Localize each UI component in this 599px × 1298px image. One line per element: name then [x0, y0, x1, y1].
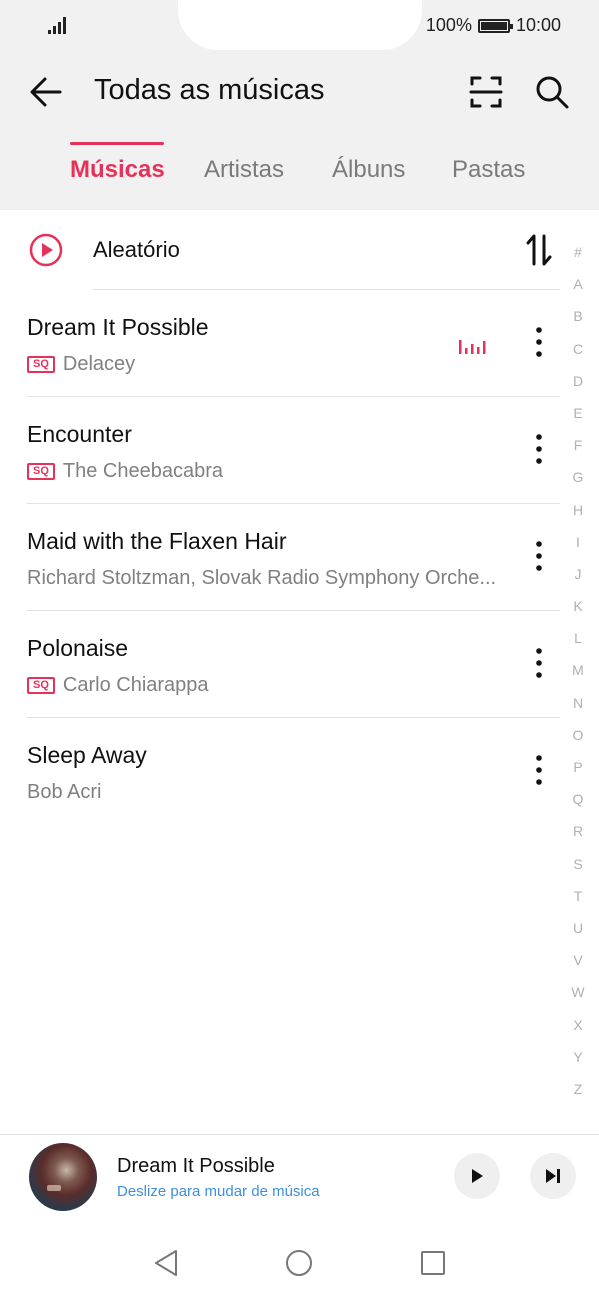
nav-home-icon[interactable] [284, 1248, 314, 1278]
battery-percent: 100% [425, 15, 472, 35]
alphabet-letter[interactable]: U [566, 912, 590, 944]
alphabet-letter[interactable]: E [566, 397, 590, 429]
alphabet-letter[interactable]: T [566, 880, 590, 912]
alphabet-letter[interactable]: S [566, 848, 590, 880]
song-subtitle: Bob Acri [27, 780, 101, 804]
song-title: Sleep Away [27, 742, 147, 768]
sq-badge: SQ [27, 462, 55, 480]
tab-bar: Músicas Artistas Álbuns Pastas [0, 152, 599, 210]
song-row[interactable]: Dream It Possible SQ Delacey [0, 290, 560, 397]
song-title: Maid with the Flaxen Hair [27, 528, 287, 554]
next-button[interactable] [530, 1153, 576, 1199]
song-row[interactable]: Sleep Away Bob Acri [0, 718, 560, 825]
song-title: Encounter [27, 421, 132, 447]
song-row[interactable]: Encounter SQ The Cheebacabra [0, 397, 560, 504]
nav-back-icon[interactable] [152, 1248, 182, 1278]
alphabet-letter[interactable]: V [566, 944, 590, 976]
mini-player-title: Dream It Possible [117, 1155, 275, 1177]
alphabet-letter[interactable]: Y [566, 1041, 590, 1073]
song-title: Dream It Possible [27, 314, 209, 340]
alphabet-letter[interactable]: Q [566, 783, 590, 815]
song-row[interactable]: Maid with the Flaxen Hair Richard Stoltz… [0, 504, 560, 611]
song-subtitle: Richard Stoltzman, Slovak Radio Symphony… [27, 566, 496, 590]
now-playing-equalizer-icon [459, 340, 486, 354]
alphabet-letter[interactable]: H [566, 494, 590, 526]
alphabet-letter[interactable]: A [566, 268, 590, 300]
song-artist: Bob Acri [27, 780, 102, 803]
tab-musicas[interactable]: Músicas [70, 156, 165, 184]
mini-player-hint: Deslize para mudar de música [117, 1183, 320, 1200]
app-header: Todas as músicas Músicas Artistas Álbuns… [0, 52, 599, 210]
alphabet-letter[interactable]: D [566, 365, 590, 397]
alphabet-letter[interactable]: I [566, 526, 590, 558]
shuffle-play-row[interactable]: Aleatório [0, 210, 560, 290]
mini-player[interactable]: Dream It Possible Deslize para mudar de … [0, 1134, 599, 1226]
song-artist: The Cheebacabra [62, 459, 224, 482]
system-nav-bar [0, 1226, 599, 1298]
alphabet-letter[interactable]: Z [566, 1073, 590, 1105]
scan-icon[interactable] [468, 72, 504, 112]
alphabet-letter[interactable]: # [566, 236, 590, 268]
page-title: Todas as músicas [94, 74, 325, 106]
tab-albuns[interactable]: Álbuns [332, 156, 405, 184]
song-title: Polonaise [27, 635, 129, 661]
alphabet-letter[interactable]: G [566, 461, 590, 493]
more-options-icon[interactable] [528, 538, 550, 574]
sq-badge: SQ [27, 676, 55, 694]
play-circle-icon [29, 233, 63, 267]
album-cover[interactable] [29, 1143, 97, 1211]
song-subtitle: SQ Carlo Chiarappa [27, 673, 209, 697]
alphabet-letter[interactable]: X [566, 1009, 590, 1041]
alphabet-letter[interactable]: O [566, 719, 590, 751]
play-button[interactable] [454, 1153, 500, 1199]
status-right: 100% 10:00 [426, 15, 561, 36]
sort-icon[interactable] [524, 232, 554, 268]
active-tab-indicator [70, 142, 164, 145]
song-row[interactable]: Polonaise SQ Carlo Chiarappa [0, 611, 560, 718]
alphabet-letter[interactable]: L [566, 622, 590, 654]
tab-artistas[interactable]: Artistas [204, 156, 284, 184]
alphabet-letter[interactable]: P [566, 751, 590, 783]
song-artist: Carlo Chiarappa [62, 673, 209, 696]
camera-notch [178, 0, 422, 50]
status-bar: 100% 10:00 [0, 0, 599, 52]
shuffle-label: Aleatório [93, 237, 180, 262]
more-options-icon[interactable] [528, 752, 550, 788]
more-options-icon[interactable] [528, 431, 550, 467]
sq-badge: SQ [27, 355, 55, 373]
skip-next-icon [546, 1169, 560, 1183]
search-icon[interactable] [532, 72, 572, 112]
alphabet-letter[interactable]: K [566, 590, 590, 622]
song-subtitle: SQ The Cheebacabra [27, 459, 223, 483]
more-options-icon[interactable] [528, 645, 550, 681]
song-artist: Delacey [62, 352, 136, 375]
play-icon [472, 1169, 483, 1183]
alphabet-letter[interactable]: W [566, 976, 590, 1008]
alphabet-letter[interactable]: F [566, 429, 590, 461]
alphabet-letter[interactable]: J [566, 558, 590, 590]
alphabet-letter[interactable]: N [566, 687, 590, 719]
back-arrow-icon[interactable] [28, 72, 64, 112]
song-subtitle: SQ Delacey [27, 352, 135, 376]
tab-pastas[interactable]: Pastas [452, 156, 525, 184]
alphabet-letter[interactable]: B [566, 300, 590, 332]
alphabet-letter[interactable]: C [566, 333, 590, 365]
alphabet-letter[interactable]: M [566, 654, 590, 686]
alphabet-letter[interactable]: R [566, 815, 590, 847]
song-artist: Richard Stoltzman, Slovak Radio Symphony… [27, 566, 497, 589]
more-options-icon[interactable] [528, 324, 550, 360]
alphabet-index[interactable]: # A B C D E F G H I J K L M N O P Q R S T U V W X Y Z [566, 236, 590, 1105]
battery-icon [477, 18, 513, 33]
clock: 10:00 [515, 15, 561, 35]
nav-recents-icon[interactable] [418, 1248, 448, 1278]
signal-icon [48, 17, 66, 34]
song-list: Dream It Possible SQ Delacey Encounter S… [0, 290, 560, 825]
